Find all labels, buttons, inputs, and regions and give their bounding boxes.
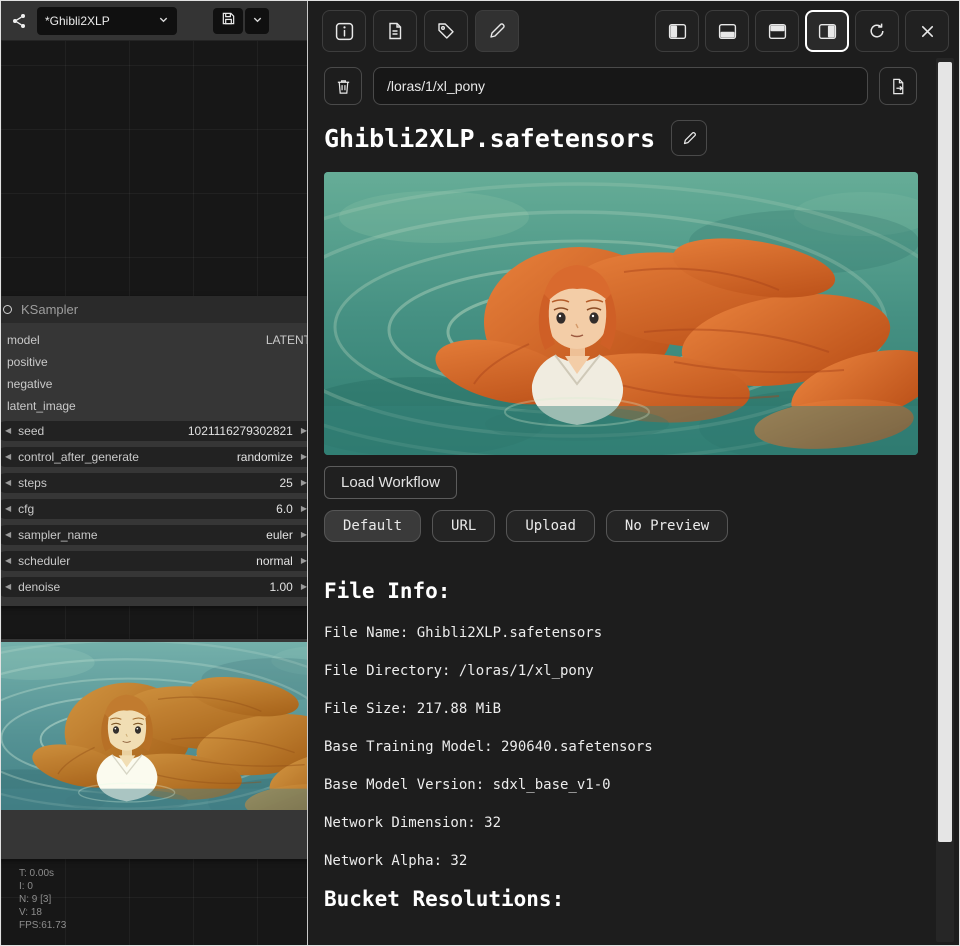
preview-image-node[interactable] bbox=[1, 639, 307, 859]
load-path-button[interactable] bbox=[879, 67, 917, 105]
model-title: Ghibli2XLP.safetensors bbox=[324, 124, 655, 153]
app-window: *Ghibli2XLP KS bbox=[0, 0, 960, 946]
input-slot-negative[interactable]: negative bbox=[1, 373, 307, 395]
panel-left-icon bbox=[668, 22, 687, 41]
ksampler-node[interactable]: KSampler model LATENT positive negative … bbox=[1, 296, 307, 606]
panel-scrollbar[interactable] bbox=[936, 58, 954, 942]
bucket-resolutions-heading: Bucket Resolutions: bbox=[308, 887, 959, 911]
share-icon[interactable] bbox=[9, 11, 29, 31]
decrement-icon[interactable]: ◀ bbox=[5, 479, 11, 487]
preview-source-url[interactable]: URL bbox=[432, 510, 495, 542]
node-collapse-dot[interactable] bbox=[3, 305, 12, 314]
save-workflow-button[interactable] bbox=[213, 8, 243, 34]
preview-source-none[interactable]: No Preview bbox=[606, 510, 728, 542]
file-lines-icon bbox=[386, 22, 404, 40]
stat-v: V: 18 bbox=[19, 906, 66, 919]
file-name-line: File Name: Ghibli2XLP.safetensors bbox=[308, 626, 959, 640]
path-row bbox=[308, 55, 959, 105]
widget-sampler-name[interactable]: ◀ sampler_name euler ▶ bbox=[1, 525, 307, 545]
panel-tabs bbox=[322, 10, 519, 52]
preview-source-row: Default URL Upload No Preview bbox=[308, 499, 959, 542]
save-icon bbox=[221, 11, 236, 31]
network-alpha-line: Network Alpha: 32 bbox=[308, 854, 959, 868]
decrement-icon[interactable]: ◀ bbox=[5, 427, 11, 435]
decrement-icon[interactable]: ◀ bbox=[5, 583, 11, 591]
decrement-icon[interactable]: ◀ bbox=[5, 453, 11, 461]
workflow-select[interactable]: *Ghibli2XLP bbox=[37, 7, 177, 35]
stat-i: I: 0 bbox=[19, 880, 66, 893]
node-title: KSampler bbox=[21, 302, 78, 317]
model-title-row: Ghibli2XLP.safetensors bbox=[308, 105, 959, 156]
file-arrow-icon bbox=[890, 78, 907, 95]
panel-window-controls bbox=[655, 10, 949, 52]
panel-right-icon bbox=[818, 22, 837, 41]
tag-icon bbox=[437, 22, 455, 40]
scrollbar-thumb[interactable] bbox=[938, 62, 952, 842]
decrement-icon[interactable]: ◀ bbox=[5, 531, 11, 539]
decrement-icon[interactable]: ◀ bbox=[5, 557, 11, 565]
delete-model-button[interactable] bbox=[324, 67, 362, 105]
node-title-bar[interactable]: KSampler bbox=[1, 296, 307, 323]
network-dimension-line: Network Dimension: 32 bbox=[308, 816, 959, 830]
widget-denoise[interactable]: ◀ denoise 1.00 ▶ bbox=[1, 577, 307, 597]
node-body: model LATENT positive negative latent_im… bbox=[1, 323, 307, 606]
decrement-icon[interactable]: ◀ bbox=[5, 505, 11, 513]
trash-icon bbox=[335, 78, 352, 95]
widget-seed[interactable]: ◀ seed 1021116279302821 ▶ bbox=[1, 421, 307, 441]
input-slot-latent-image[interactable]: latent_image bbox=[1, 395, 307, 417]
dock-right-button[interactable] bbox=[805, 10, 849, 52]
file-size-line: File Size: 217.88 MiB bbox=[308, 702, 959, 716]
rename-model-button[interactable] bbox=[671, 120, 707, 156]
canvas-stats: T: 0.00s I: 0 N: 9 [3] V: 18 FPS:61.73 bbox=[19, 867, 66, 932]
file-info-heading: File Info: bbox=[308, 579, 959, 603]
widget-steps[interactable]: ◀ steps 25 ▶ bbox=[1, 473, 307, 493]
widget-cfg[interactable]: ◀ cfg 6.0 ▶ bbox=[1, 499, 307, 519]
preview-source-default[interactable]: Default bbox=[324, 510, 421, 542]
comfy-topbar: *Ghibli2XLP bbox=[1, 1, 307, 41]
model-path-input[interactable] bbox=[373, 67, 868, 105]
stat-fps: FPS:61.73 bbox=[19, 919, 66, 932]
chevron-down-icon bbox=[158, 14, 169, 28]
base-training-model-line: Base Training Model: 290640.safetensors bbox=[308, 740, 959, 754]
graph-canvas[interactable]: *Ghibli2XLP KS bbox=[1, 1, 307, 945]
tab-edit[interactable] bbox=[475, 10, 519, 52]
pencil-icon bbox=[682, 131, 697, 146]
workflow-name: *Ghibli2XLP bbox=[45, 14, 158, 28]
dock-bottom-button[interactable] bbox=[705, 10, 749, 52]
panel-top-icon bbox=[768, 22, 787, 41]
input-slot-model[interactable]: model LATENT bbox=[1, 329, 307, 351]
output-slot-latent[interactable]: LATENT bbox=[266, 329, 307, 351]
tab-info[interactable] bbox=[322, 10, 366, 52]
model-info-panel: Ghibli2XLP.safetensors Load Workflow Def… bbox=[307, 1, 959, 945]
panel-bottom-icon bbox=[718, 22, 737, 41]
dock-top-button[interactable] bbox=[755, 10, 799, 52]
file-directory-line: File Directory: /loras/1/xl_pony bbox=[308, 664, 959, 678]
tab-tags[interactable] bbox=[424, 10, 468, 52]
refresh-button[interactable] bbox=[855, 10, 899, 52]
widget-scheduler[interactable]: ◀ scheduler normal ▶ bbox=[1, 551, 307, 571]
info-square-icon bbox=[335, 22, 354, 41]
pencil-icon bbox=[488, 22, 506, 40]
panel-toolbar bbox=[308, 1, 959, 55]
preview-source-upload[interactable]: Upload bbox=[506, 510, 595, 542]
tab-description[interactable] bbox=[373, 10, 417, 52]
close-icon bbox=[919, 23, 936, 40]
stat-n: N: 9 [3] bbox=[19, 893, 66, 906]
base-model-version-line: Base Model Version: sdxl_base_v1-0 bbox=[308, 778, 959, 792]
load-workflow-button[interactable]: Load Workflow bbox=[324, 466, 457, 499]
close-panel-button[interactable] bbox=[905, 10, 949, 52]
node-preview-image bbox=[1, 642, 307, 810]
model-preview-image bbox=[324, 172, 918, 455]
dock-left-button[interactable] bbox=[655, 10, 699, 52]
widget-control-after-generate[interactable]: ◀ control_after_generate randomize ▶ bbox=[1, 447, 307, 467]
stat-time: T: 0.00s bbox=[19, 867, 66, 880]
input-slot-positive[interactable]: positive bbox=[1, 351, 307, 373]
save-options-button[interactable] bbox=[245, 8, 269, 34]
refresh-icon bbox=[868, 22, 886, 40]
chevron-down-icon bbox=[252, 12, 263, 30]
